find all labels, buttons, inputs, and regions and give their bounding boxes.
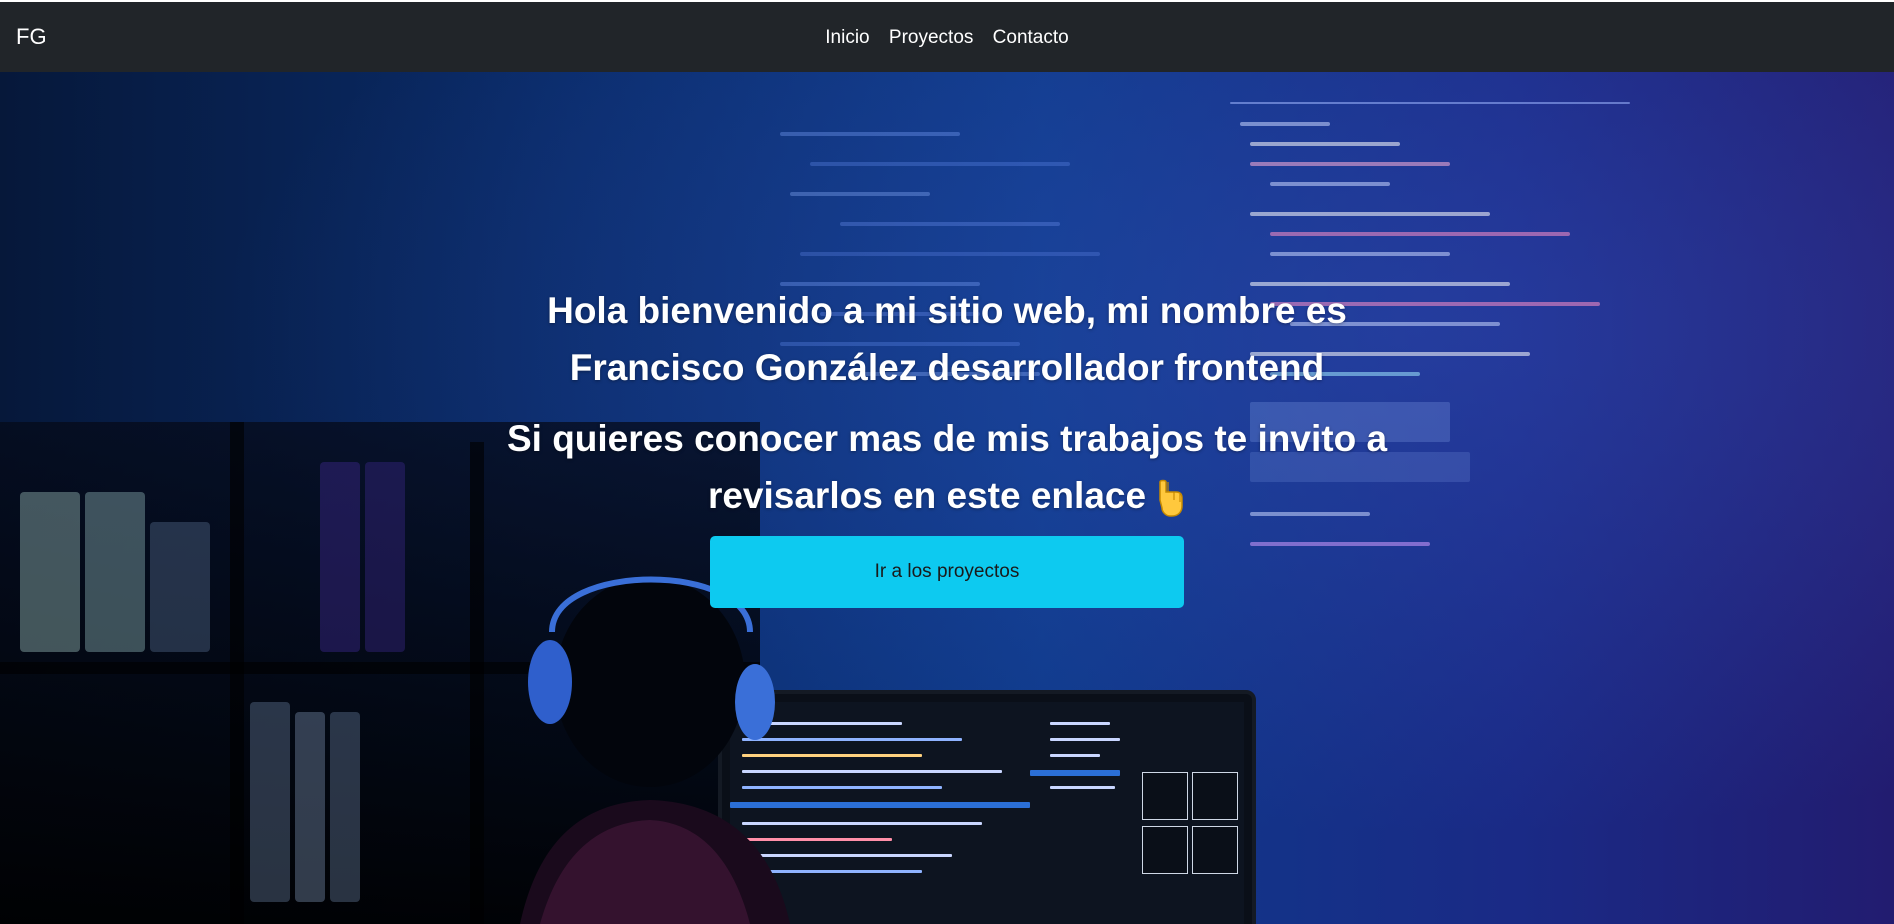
nav-link-proyectos[interactable]: Proyectos	[889, 26, 973, 50]
page: FG Inicio Proyectos Contacto Hola bienve…	[0, 0, 1894, 924]
hero-subtitle-text: Si quieres conocer mas de mis trabajos t…	[506, 418, 1388, 516]
hero-subtitle: Si quieres conocer mas de mis trabajos t…	[497, 410, 1397, 524]
nav-links: Inicio Proyectos Contacto	[0, 26, 1894, 50]
hero-title: Hola bienvenido a mi sitio web, mi nombr…	[547, 290, 1347, 388]
nav-link-contacto[interactable]: Contacto	[993, 26, 1069, 50]
navbar: FG Inicio Proyectos Contacto	[0, 2, 1894, 72]
background-person-silhouette	[520, 576, 790, 924]
hero-section: Hola bienvenido a mi sitio web, mi nombr…	[0, 72, 1894, 924]
nav-link-inicio[interactable]: Inicio	[825, 26, 869, 50]
hero-content: Hola bienvenido a mi sitio web, mi nombr…	[0, 282, 1894, 608]
pointing-down-hand-icon	[1159, 479, 1183, 517]
projects-button[interactable]: Ir a los proyectos	[710, 536, 1184, 608]
